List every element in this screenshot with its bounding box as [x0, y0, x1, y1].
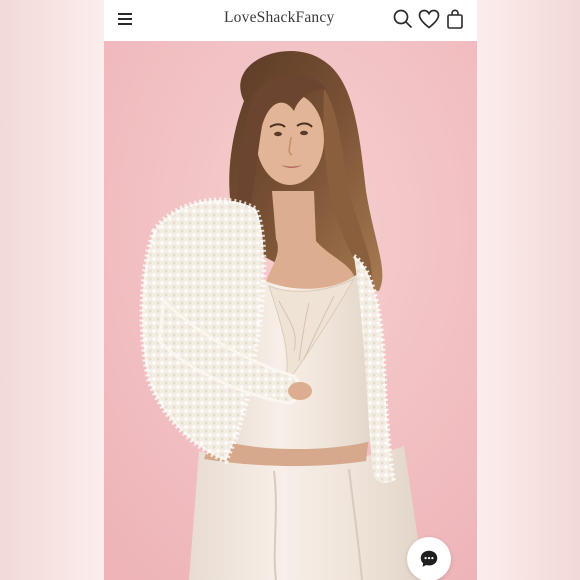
- product-model-photo: [104, 41, 477, 580]
- chat-button[interactable]: [407, 537, 451, 580]
- mobile-viewport: LoveShackFancy: [104, 0, 477, 580]
- menu-icon[interactable]: [116, 10, 136, 28]
- heart-icon[interactable]: [417, 7, 441, 31]
- shopping-bag-icon[interactable]: [443, 7, 467, 31]
- search-icon[interactable]: [391, 7, 415, 31]
- chat-bubble-icon: [420, 550, 438, 567]
- site-header: LoveShackFancy: [104, 0, 477, 42]
- brand-logo[interactable]: LoveShackFancy: [224, 9, 334, 27]
